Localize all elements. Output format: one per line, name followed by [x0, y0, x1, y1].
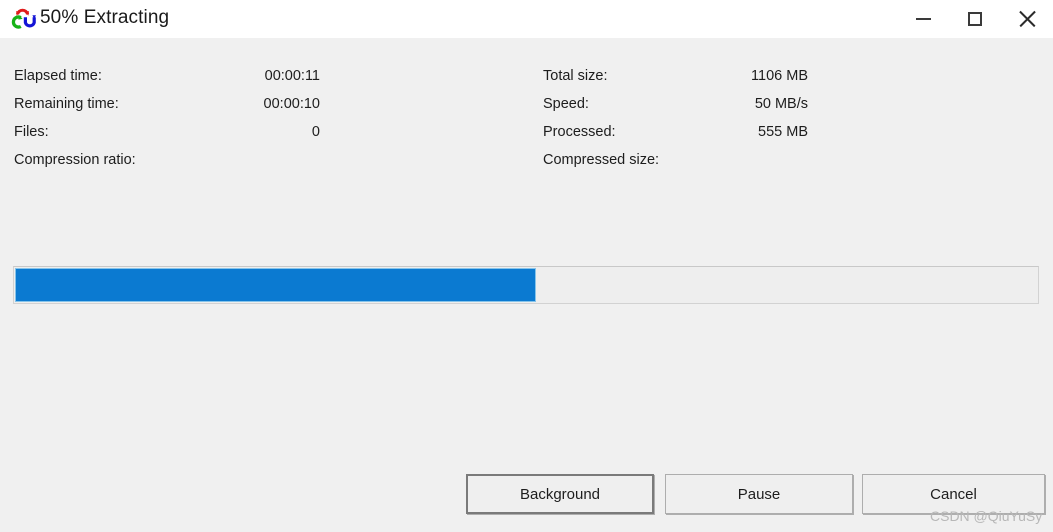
- statistics-column-right: Total size: 1106 MB Speed: 50 MB/s Proce…: [543, 62, 863, 174]
- stat-row-speed: Speed: 50 MB/s: [543, 90, 863, 118]
- stat-label: Remaining time:: [14, 96, 119, 112]
- stat-row-compressed-size: Compressed size:: [543, 146, 863, 174]
- stat-row-compression-ratio: Compression ratio:: [14, 146, 334, 174]
- stat-value: 50 MB/s: [754, 96, 808, 112]
- window-title: 50% Extracting: [40, 7, 170, 28]
- stat-label: Elapsed time:: [14, 68, 102, 84]
- stat-row-total-size: Total size: 1106 MB: [543, 62, 863, 90]
- stat-value: 00:00:10: [263, 96, 320, 112]
- stat-row-files: Files: 0: [14, 118, 334, 146]
- sevenzip-extract-icon: [9, 5, 37, 33]
- stat-label: Compressed size:: [543, 152, 660, 168]
- stat-row-processed: Processed: 555 MB: [543, 118, 863, 146]
- stat-label: Compression ratio:: [14, 152, 136, 168]
- stat-value: 00:00:11: [264, 68, 320, 84]
- stat-label: Processed:: [543, 124, 616, 140]
- stat-value: 555 MB: [758, 124, 808, 140]
- maximize-icon: [968, 12, 982, 26]
- statistics-column-left: Elapsed time: 00:00:11 Remaining time: 0…: [14, 62, 334, 174]
- watermark: CSDN @QiuYuSy: [930, 508, 1043, 524]
- progress-bar-fill: [15, 268, 536, 302]
- stat-label: Files:: [14, 124, 49, 140]
- pause-button[interactable]: Pause: [665, 474, 853, 514]
- title-bar: 50% Extracting: [0, 0, 1053, 38]
- close-icon: [1018, 10, 1036, 28]
- close-button[interactable]: [1001, 0, 1053, 38]
- maximize-button[interactable]: [949, 0, 1001, 38]
- statistics-panel: Elapsed time: 00:00:11 Remaining time: 0…: [0, 62, 1053, 182]
- stat-label: Total size:: [543, 68, 608, 84]
- progress-bar-track: [13, 266, 1039, 304]
- stat-row-remaining-time: Remaining time: 00:00:10: [14, 90, 334, 118]
- minimize-button[interactable]: [897, 0, 949, 38]
- extracting-progress-window: 50% Extracting Elapsed time: 00:00:11 Re…: [0, 0, 1053, 532]
- dialog-button-row: Background Pause Cancel: [0, 474, 1053, 516]
- stat-label: Speed:: [543, 96, 589, 112]
- stat-value: 1106 MB: [751, 68, 808, 84]
- window-controls: [897, 0, 1053, 38]
- background-button[interactable]: Background: [466, 474, 654, 514]
- minimize-icon: [915, 18, 931, 20]
- stat-value: 0: [311, 124, 320, 140]
- stat-row-elapsed-time: Elapsed time: 00:00:11: [14, 62, 334, 90]
